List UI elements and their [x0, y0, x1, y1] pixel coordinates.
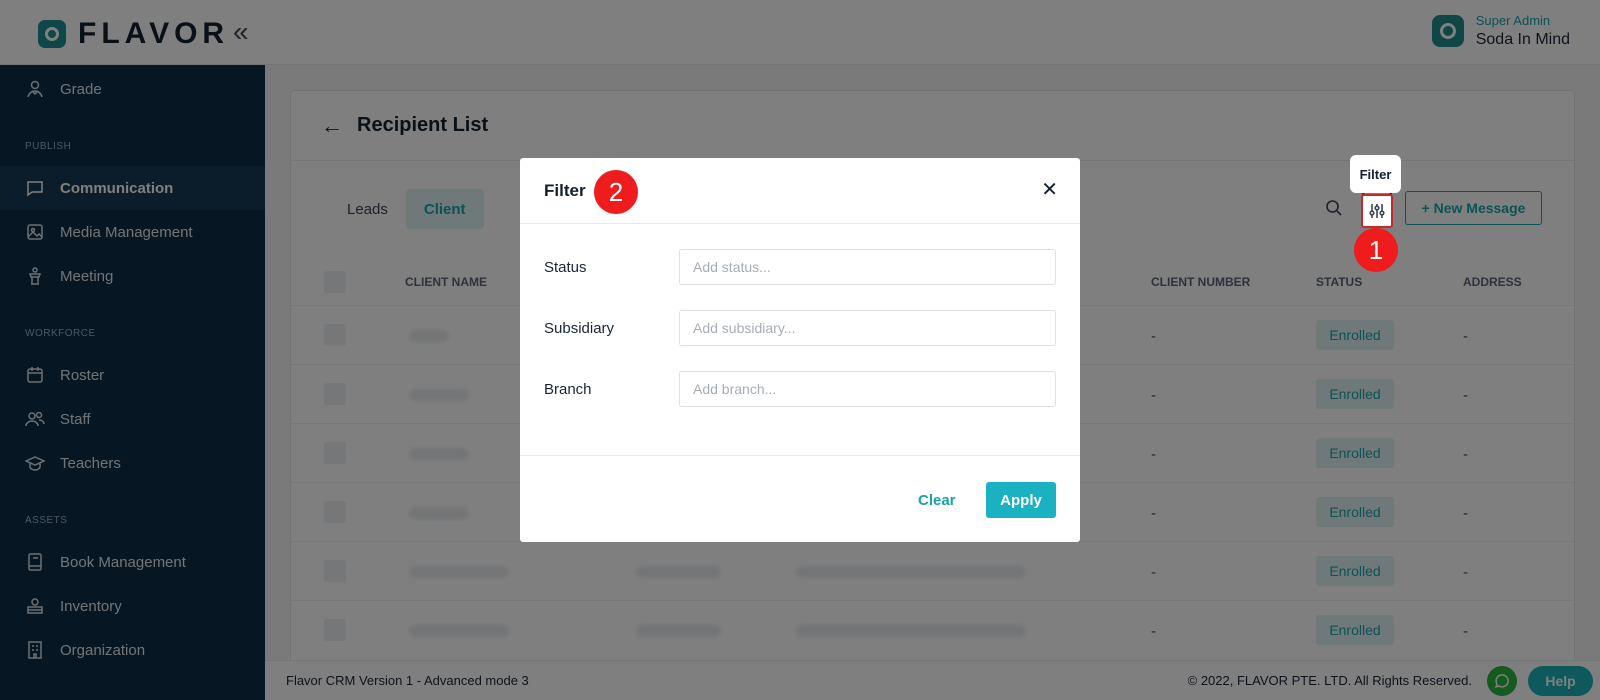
modal-title: Filter: [544, 180, 586, 200]
branch-input[interactable]: [679, 371, 1056, 407]
filter-button-highlighted[interactable]: [1361, 194, 1393, 228]
branch-field-row: Branch: [544, 371, 1056, 407]
clear-button[interactable]: Clear: [918, 482, 956, 518]
subsidiary-input[interactable]: [679, 310, 1056, 346]
subsidiary-field-row: Subsidiary: [544, 310, 1056, 346]
status-field-row: Status: [544, 249, 1056, 285]
filter-modal: Filter ✕ Status Subsidiary Branch Clear …: [520, 158, 1080, 542]
filter-tooltip: Filter: [1350, 155, 1401, 193]
step-marker-2: 2: [594, 170, 638, 214]
apply-button[interactable]: Apply: [986, 482, 1056, 518]
close-icon[interactable]: ✕: [1041, 178, 1058, 202]
subsidiary-label: Subsidiary: [544, 320, 615, 337]
step-marker-1: 1: [1354, 228, 1398, 272]
status-label: Status: [544, 259, 587, 276]
branch-label: Branch: [544, 381, 592, 398]
modal-divider: [520, 455, 1080, 456]
status-input[interactable]: [679, 249, 1056, 285]
